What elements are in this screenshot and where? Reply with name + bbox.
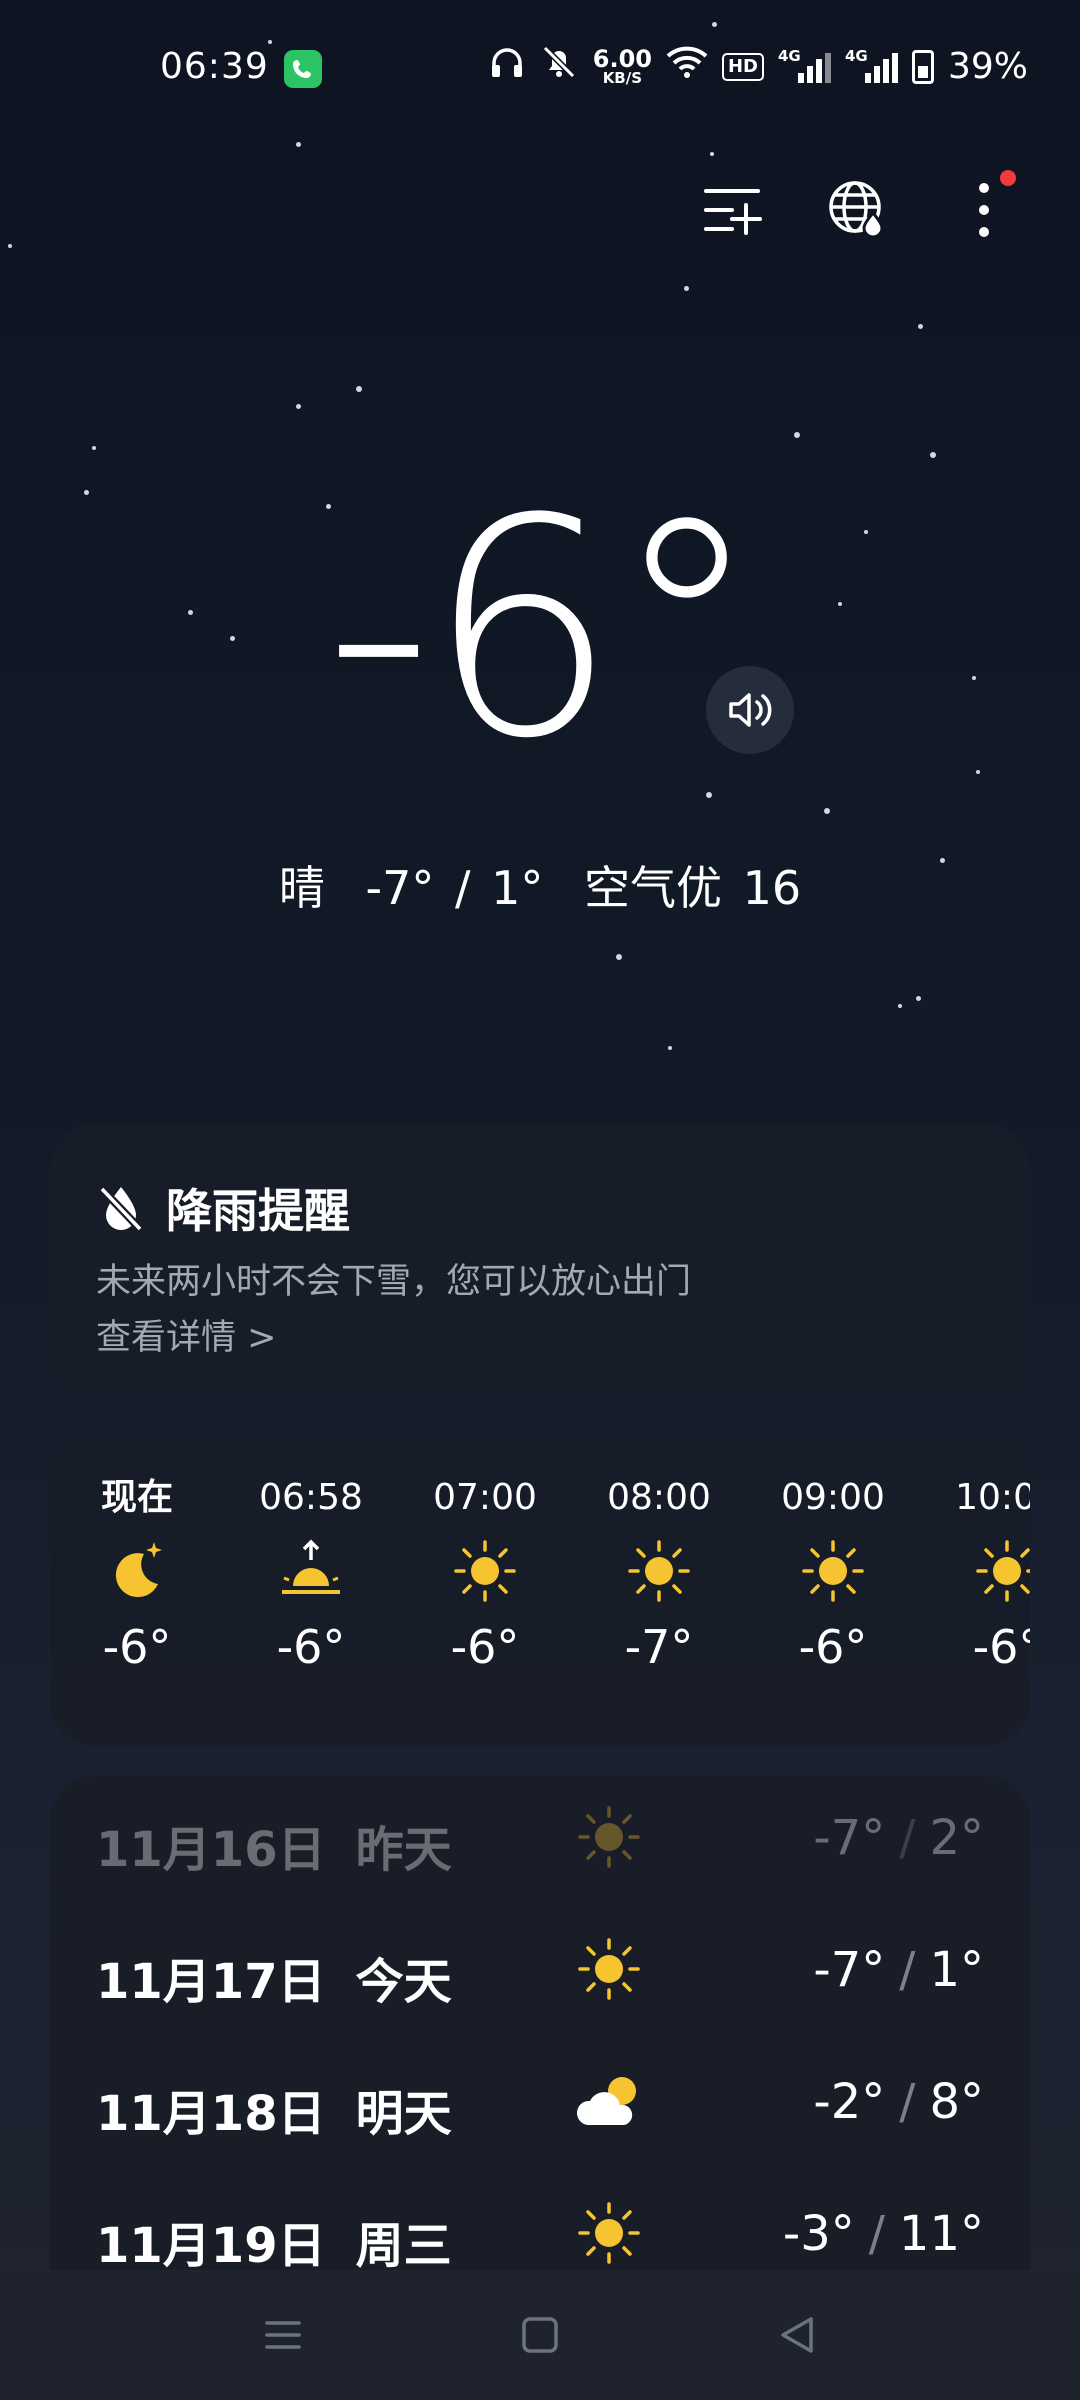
notification-dot [1000, 170, 1016, 186]
day-high: 8° [929, 2074, 984, 2130]
day-date: 11月18日 [96, 2086, 326, 2142]
current-temperature: -6° [0, 480, 1080, 780]
no-rain-icon [99, 1186, 143, 1232]
hour-temp: -6° [276, 1620, 346, 1674]
hourly-forecast-card[interactable]: 现在 -6° 06:58 -6° 07:00 -6° 08:00 -7° 09:… [50, 1432, 1030, 1746]
moon-star-icon [115, 1542, 162, 1598]
hourly-item: 09:00 -6° [746, 1476, 920, 1674]
day-label: 明天 [355, 2086, 452, 2142]
back-button[interactable] [762, 2300, 832, 2370]
globe-weather-button[interactable] [818, 170, 898, 250]
air-quality-text[interactable]: 空气优 16 [584, 861, 801, 915]
weather-summary: 晴 -7° / 1° 空气优 16 [0, 852, 1080, 918]
network-speed-unit: KB/S [602, 69, 643, 87]
more-vertical-icon [979, 183, 989, 237]
sun-icon [454, 1540, 516, 1602]
hour-label: 09:00 [781, 1477, 885, 1518]
manage-cities-button[interactable] [692, 170, 772, 250]
rain-alert-card[interactable]: 降雨提醒 未来两小时不会下雪，您可以放心出门 查看详情 > [50, 1125, 1030, 1403]
system-navigation-bar [0, 2270, 1080, 2400]
speaker-icon [729, 693, 772, 727]
day-high: 11° [898, 2206, 984, 2262]
day-date: 11月19日 [96, 2218, 326, 2274]
daily-row[interactable]: 11月16日 昨天 -7°/2° [50, 1776, 1030, 1896]
status-time: 06:39 [160, 46, 269, 87]
daily-row[interactable]: 11月17日 今天 -7°/1° [50, 1908, 1030, 2028]
network-speed-value: 6.00 [592, 45, 652, 73]
sun-icon [578, 2202, 640, 2264]
battery-percent: 39% [947, 46, 1028, 87]
back-triangle-icon [781, 2317, 813, 2353]
day-low: -2° [813, 2074, 886, 2130]
day-low: -7° [813, 1810, 886, 1866]
hour-temp: -7° [624, 1620, 694, 1674]
square-icon [522, 2317, 558, 2353]
hourly-item: 10:00 -6° [920, 1476, 1030, 1674]
sun-icon [578, 1806, 640, 1868]
globe-drop-icon [829, 181, 884, 239]
hour-label: 06:58 [259, 1477, 363, 1518]
sun-icon [802, 1540, 864, 1602]
day-date: 11月17日 [96, 1954, 326, 2010]
hour-label: 10:00 [955, 1477, 1030, 1518]
day-low: -7° [813, 1942, 886, 1998]
home-button[interactable] [505, 2300, 575, 2370]
day-date: 11月16日 [96, 1822, 326, 1878]
hourly-item: 08:00 -7° [572, 1476, 746, 1674]
signal-sim1-icon: 4G [778, 47, 831, 83]
hour-temp: -6° [102, 1620, 172, 1674]
hourly-item: 现在 -6° [50, 1476, 224, 1674]
day-label: 昨天 [355, 1822, 452, 1878]
status-bar: 06:39 6.00 KB/S HD 4G 4G 39% [0, 0, 1080, 140]
rain-alert-message: 未来两小时不会下雪，您可以放心出门 [96, 1262, 692, 1302]
daily-row[interactable]: 11月19日 周三 -3°/11° [50, 2172, 1030, 2276]
hour-temp: -6° [450, 1620, 520, 1674]
sim1-type-label: 4G [777, 46, 801, 65]
hour-label: 现在 [100, 1477, 173, 1518]
daily-forecast-card[interactable]: 11月16日 昨天 -7°/2° 11月17日 今天 -7°/1° 11月18日 明天… [50, 1776, 1030, 2276]
day-label: 周三 [355, 2218, 452, 2274]
battery-icon [911, 49, 934, 84]
current-temperature-value: -6° [324, 455, 761, 804]
daily-row[interactable]: 11月18日 明天 -2°/8° [50, 2040, 1030, 2160]
hd-badge: HD [721, 52, 764, 81]
top-action-bar [0, 170, 1080, 250]
hour-label: 07:00 [433, 1477, 537, 1518]
network-speed: 6.00 KB/S [593, 47, 652, 86]
wifi-icon [666, 46, 708, 87]
day-high: 1° [929, 1942, 984, 1998]
day-label: 今天 [355, 1954, 452, 2010]
mute-bell-icon [539, 44, 579, 89]
recent-apps-button[interactable] [248, 2300, 318, 2370]
temperature-range: -7° / 1° [365, 861, 544, 915]
signal-sim2-icon: 4G [845, 47, 898, 83]
headphones-icon [489, 45, 525, 88]
hourly-item: 07:00 -6° [398, 1476, 572, 1674]
rain-alert-details-link[interactable]: 查看详情 > [96, 1309, 276, 1360]
sun-icon [628, 1540, 690, 1602]
more-options-button[interactable] [944, 170, 1024, 250]
hour-temp: -6° [972, 1620, 1030, 1674]
phone-call-icon [284, 50, 322, 88]
sim2-type-label: 4G [844, 46, 868, 65]
sun-icon [578, 1938, 640, 2000]
cloud-sun-icon [576, 2077, 636, 2125]
condition-text: 晴 [278, 861, 325, 915]
voice-broadcast-button[interactable] [706, 666, 794, 754]
day-high: 2° [929, 1810, 984, 1866]
hour-temp: -6° [798, 1620, 868, 1674]
menu-icon [265, 2321, 301, 2349]
hourly-item: 06:58 -6° [224, 1476, 398, 1674]
sunrise-icon [282, 1539, 340, 1594]
list-add-icon [704, 189, 762, 235]
hour-label: 08:00 [607, 1477, 711, 1518]
sun-icon [976, 1540, 1030, 1602]
day-low: -3° [782, 2206, 855, 2262]
rain-alert-title: 降雨提醒 [166, 1184, 350, 1238]
